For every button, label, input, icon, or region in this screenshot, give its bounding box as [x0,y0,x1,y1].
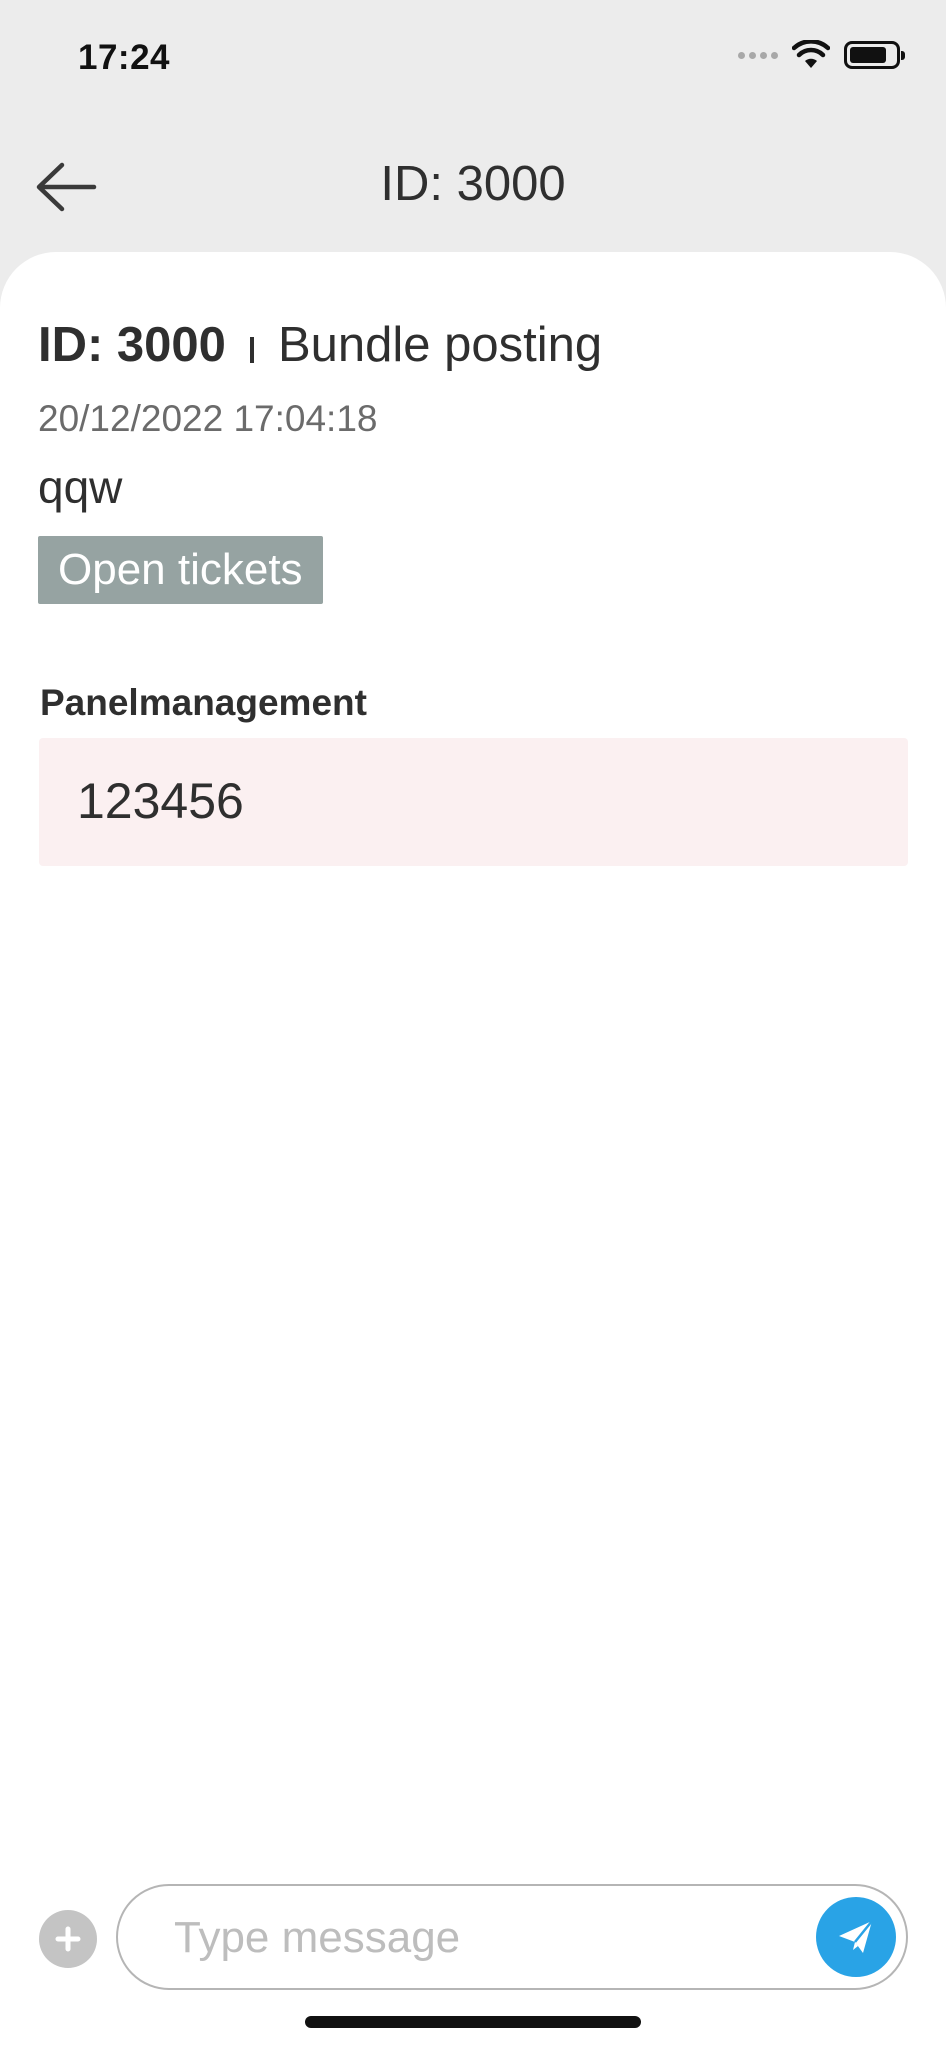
message-composer [116,1884,908,1990]
plus-icon [55,1926,81,1952]
ticket-category: Bundle posting [277,318,603,372]
ticket-id: ID: 3000 [38,318,226,372]
nav-bar: ID: 3000 [0,130,946,240]
send-button[interactable] [816,1897,896,1977]
home-indicator [305,2016,641,2028]
ticket-card: ID: 3000 Bundle posting 20/12/2022 17:04… [0,252,946,2048]
field-label: Panelmanagement [40,682,367,723]
wifi-icon [792,40,830,68]
page-title: ID: 3000 [380,157,566,211]
add-attachment-button[interactable] [39,1910,97,1968]
header-separator [249,337,254,363]
status-icons [738,40,905,70]
ticket-detail-screen: 17:24 ID: 3000 ID: 3000 Bundle posting 2… [0,0,946,2048]
ticket-header: ID: 3000 Bundle posting [38,317,602,373]
ticket-subject: qqw [38,461,123,513]
status-time: 17:24 [78,38,171,77]
ticket-date: 20/12/2022 17:04:18 [38,398,378,439]
battery-icon [844,41,905,69]
message-input[interactable] [174,1906,794,1970]
status-bar: 17:24 [0,0,946,120]
field-value-box: 123456 [39,738,908,866]
signal-dots-icon [738,51,778,59]
paper-plane-icon [839,1920,873,1953]
field-value: 123456 [77,773,244,829]
status-badge: Open tickets [38,536,323,604]
